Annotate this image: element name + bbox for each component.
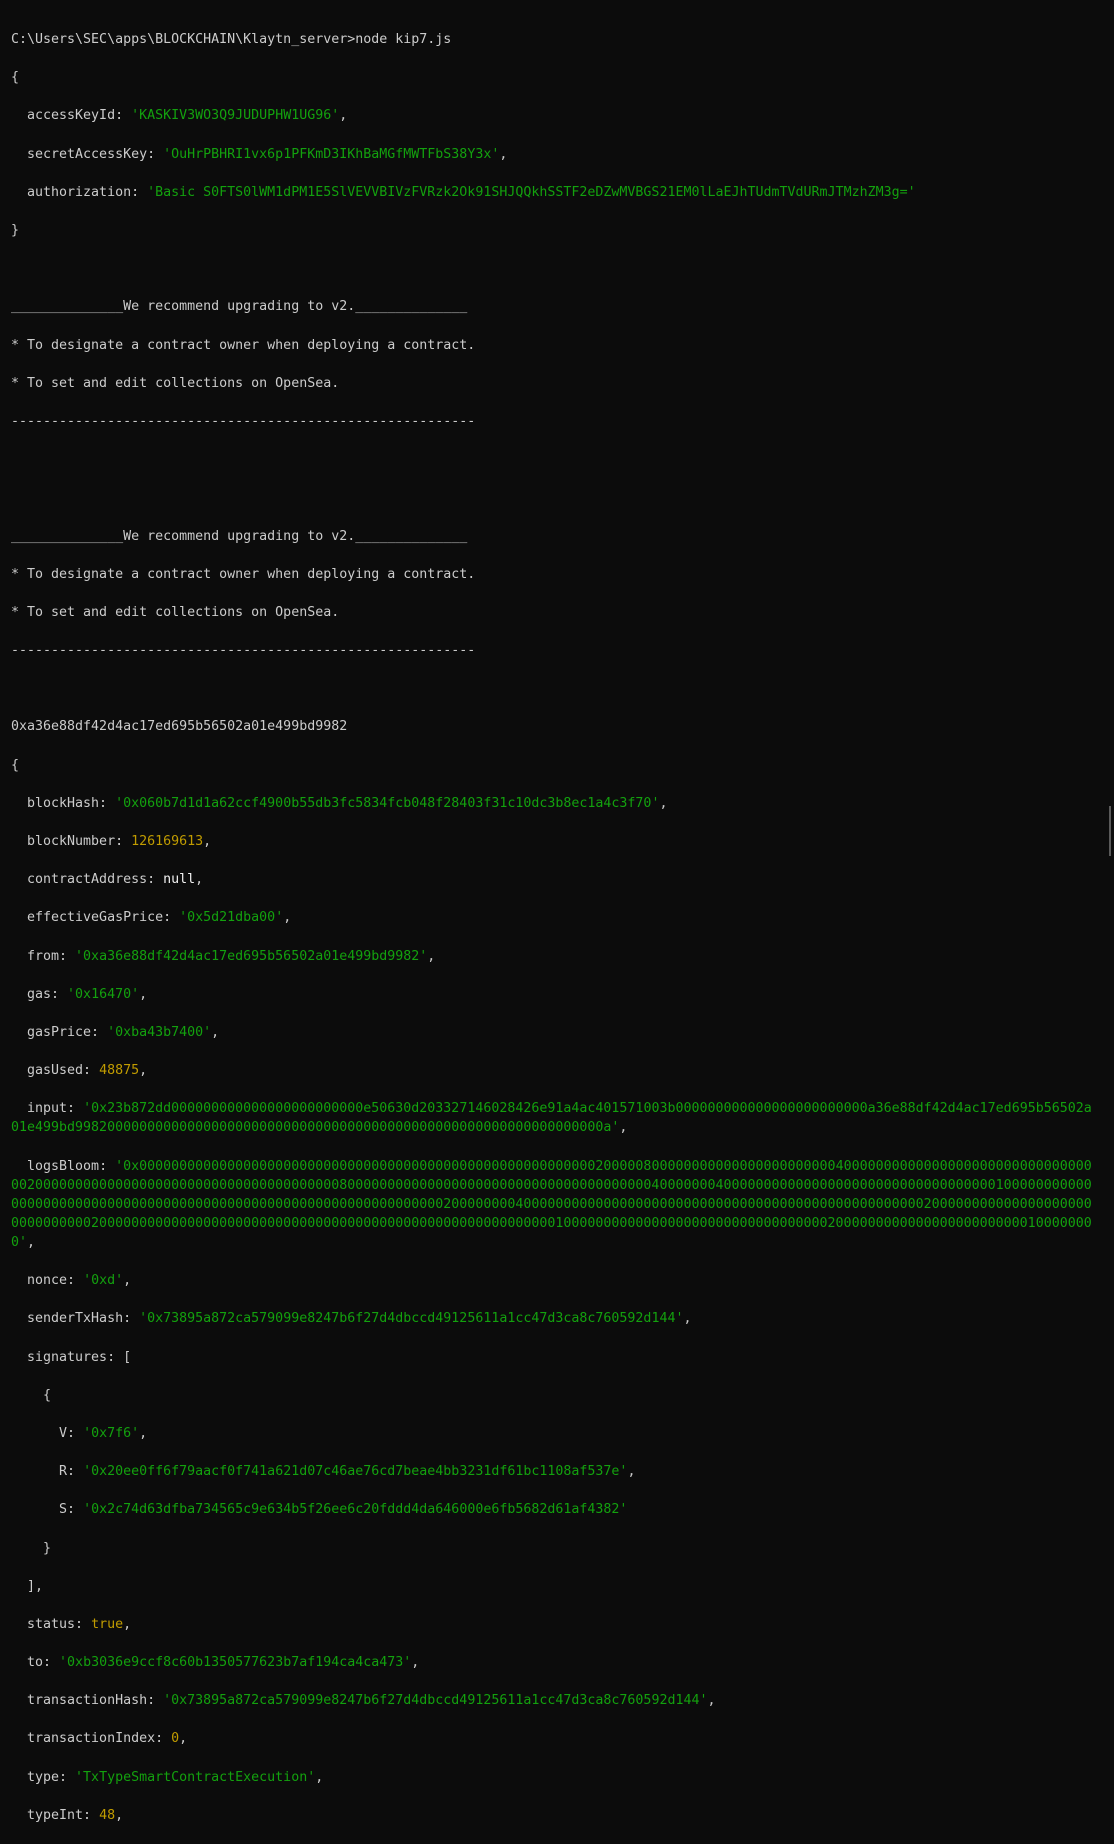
value: '0x060b7d1d1a62ccf4900b55db3fc5834fcb048…	[115, 795, 660, 811]
kv-gasPrice: gasPrice: '0xba43b7400',	[11, 1024, 220, 1040]
brace-open: {	[11, 757, 20, 773]
kv-secretAccessKey: secretAccessKey: 'OuHrPBHRI1vx6p1PFKmD3I…	[11, 146, 508, 162]
kv-to: to: '0xb3036e9ccf8c60b1350577623b7af194c…	[11, 1655, 420, 1671]
kv-authorization: authorization: 'Basic S0FTS0lWM1dPM1E5Sl…	[11, 184, 916, 200]
notice-header: ______________We recommend upgrading to …	[11, 528, 468, 544]
kv-transactionIndex: transactionIndex: 0,	[11, 1731, 188, 1747]
notice-header: ______________We recommend upgrading to …	[11, 299, 468, 315]
kv-input: input: '0x23b872dd0000000000000000000000…	[11, 1101, 1092, 1136]
value: '0xa36e88df42d4ac17ed695b56502a01e499bd9…	[75, 948, 428, 964]
kv-signatures: signatures: [	[11, 1349, 132, 1365]
notice-line: * To designate a contract owner when dep…	[11, 566, 476, 582]
kv-R: R: '0x20ee0ff6f79aacf0f741a621d07c46ae76…	[11, 1464, 636, 1480]
value: 'Basic S0FTS0lWM1dPM1E5SlVEVVBIVzFVRzk2O…	[147, 184, 916, 200]
kv-gasUsed: gasUsed: 48875,	[11, 1063, 148, 1079]
kv-gas: gas: '0x16470',	[11, 986, 148, 1002]
value: 'TxTypeSmartContractExecution'	[75, 1769, 316, 1785]
notice-line: * To set and edit collections on OpenSea…	[11, 375, 340, 391]
value: '0x20ee0ff6f79aacf0f741a621d07c46ae76cd7…	[83, 1464, 628, 1480]
value: '0xb3036e9ccf8c60b1350577623b7af194ca4ca…	[59, 1655, 412, 1671]
value: '0x7f6'	[83, 1425, 140, 1441]
kv-type: type: 'TxTypeSmartContractExecution',	[11, 1769, 324, 1785]
value: null	[163, 872, 196, 888]
value: '0x23b872dd000000000000000000000000e5063…	[11, 1101, 1092, 1136]
value: '0x73895a872ca579099e8247b6f27d4dbccd491…	[139, 1311, 684, 1327]
value: '0x5d21dba00'	[179, 910, 284, 926]
value: 126169613	[131, 834, 204, 850]
kv-V: V: '0x7f6',	[11, 1425, 148, 1441]
scrollbar-thumb[interactable]	[1109, 806, 1111, 856]
notice-footer: ----------------------------------------…	[11, 643, 476, 659]
value: '0x16470'	[67, 986, 140, 1002]
notice-line: * To set and edit collections on OpenSea…	[11, 604, 340, 620]
kv-blockHash: blockHash: '0x060b7d1d1a62ccf4900b55db3f…	[11, 795, 668, 811]
kv-from: from: '0xa36e88df42d4ac17ed695b56502a01e…	[11, 948, 436, 964]
notice-footer: ----------------------------------------…	[11, 413, 476, 429]
value: '0x0000000000000000000000000000000000000…	[11, 1158, 1092, 1250]
kv-accessKeyId: accessKeyId: 'KASKIV3WO3Q9JUDUPHW1UG96',	[11, 108, 348, 124]
kv-typeInt: typeInt: 48,	[11, 1807, 124, 1823]
value: '0xba43b7400'	[107, 1024, 212, 1040]
address-line: 0xa36e88df42d4ac17ed695b56502a01e499bd99…	[11, 719, 348, 735]
kv-S: S: '0x2c74d63dfba734565c9e634b5f26ee6c20…	[11, 1502, 628, 1518]
brace-close: }	[11, 1540, 52, 1556]
kv-status: status: true,	[11, 1616, 132, 1632]
kv-senderTxHash: senderTxHash: '0x73895a872ca579099e8247b…	[11, 1311, 692, 1327]
value: '0xd'	[83, 1273, 124, 1289]
kv-contractAddress: contractAddress: null,	[11, 872, 204, 888]
value: '0x2c74d63dfba734565c9e634b5f26ee6c20fdd…	[83, 1502, 628, 1518]
value: true	[91, 1616, 124, 1632]
kv-blockNumber: blockNumber: 126169613,	[11, 834, 212, 850]
kv-logsBloom: logsBloom: '0x00000000000000000000000000…	[11, 1158, 1092, 1250]
value: 'KASKIV3WO3Q9JUDUPHW1UG96'	[131, 108, 340, 124]
command-line: C:\Users\SEC\apps\BLOCKCHAIN\Klaytn_serv…	[11, 32, 452, 48]
notice-line: * To designate a contract owner when dep…	[11, 337, 476, 353]
kv-nonce: nonce: '0xd',	[11, 1273, 132, 1289]
value: 'OuHrPBHRI1vx6p1PFKmD3IKhBaMGfMWTFbS38Y3…	[163, 146, 500, 162]
kv-effectiveGasPrice: effectiveGasPrice: '0x5d21dba00',	[11, 910, 292, 926]
value: '0x73895a872ca579099e8247b6f27d4dbccd491…	[163, 1693, 708, 1709]
brace-close: }	[11, 223, 20, 239]
bracket-close: ],	[11, 1578, 44, 1594]
value: 0	[171, 1731, 180, 1747]
kv-transactionHash: transactionHash: '0x73895a872ca579099e82…	[11, 1693, 716, 1709]
value: 48	[99, 1807, 116, 1823]
brace-open: {	[11, 1387, 52, 1403]
terminal-output[interactable]: C:\Users\SEC\apps\BLOCKCHAIN\Klaytn_serv…	[11, 11, 1097, 1844]
value: 48875	[99, 1063, 140, 1079]
brace-open: {	[11, 70, 20, 86]
